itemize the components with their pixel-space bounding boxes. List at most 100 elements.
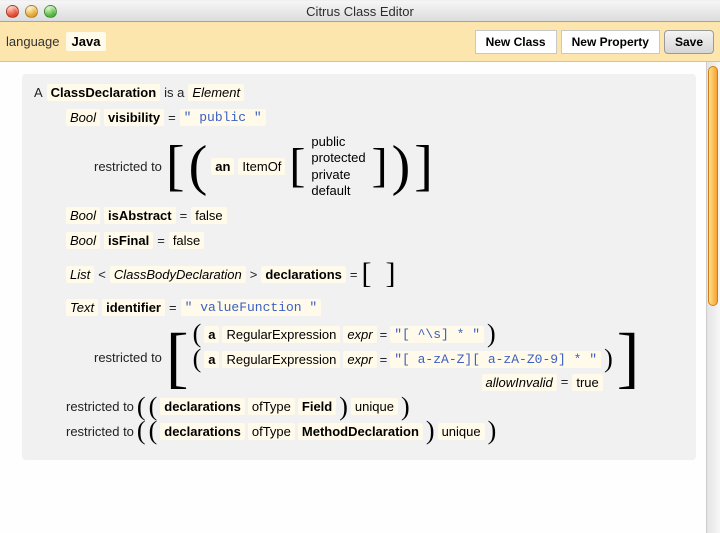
eq: = [557,374,573,391]
kw-expr: expr [343,351,376,368]
lp: ( [137,421,146,442]
ref[interactable]: declarations [160,423,245,440]
constraint-1[interactable]: restricted to ( ( declarations ofType Fi… [66,397,684,418]
empty-list[interactable]: [] [362,257,410,291]
kw-restricted-to: restricted to [94,350,162,365]
visibility-options[interactable]: public protected private default [309,134,367,199]
prop-value[interactable]: false [169,232,204,249]
rp: ) [604,349,613,370]
kw-regex: RegularExpression [222,351,340,368]
inner-bracket-open: [ [289,147,305,185]
kw-oftype: ofType [248,398,295,415]
toolbar: language Java New Class New Property Sav… [0,22,720,62]
kw-restricted-to: restricted to [94,159,162,174]
opt-private[interactable]: private [309,167,367,183]
type-text: Text [66,299,98,316]
ref[interactable]: declarations [160,398,245,415]
type-bool: Bool [66,232,100,249]
prop-name[interactable]: identifier [102,299,165,316]
type-val[interactable]: Field [298,398,336,415]
regex-list: ( a RegularExpression expr = "[ ^\s] * "… [193,324,613,391]
eq: = [157,233,165,248]
kw-allowinvalid: allowInvalid [482,374,557,391]
eq: = [380,352,388,367]
regex-value[interactable]: "[ ^\s] * " [390,326,484,343]
kw-a: a [204,326,219,343]
allow-invalid-row[interactable]: allowInvalid = true [193,374,613,391]
editor-viewport: - A ClassDeclaration is a Element Bool v… [0,62,720,533]
bracket-open: [ [166,144,185,189]
eq: = [168,110,176,125]
rp: ) [401,397,410,418]
paren-close: ) [392,144,411,189]
close-icon[interactable] [6,5,19,18]
new-property-button[interactable]: New Property [561,30,660,54]
scrollbar-track[interactable] [706,62,720,533]
prop-value[interactable]: " valueFunction " [181,299,322,316]
prop-isabstract[interactable]: Bool isAbstract = false [66,207,684,224]
bracket-close: ] [617,331,640,384]
eq: = [180,208,188,223]
lp: ( [193,349,202,370]
inner-bracket-close: ] [372,147,388,185]
kw-oftype: ofType [248,423,295,440]
prop-declarations[interactable]: List < ClassBodyDeclaration > declaratio… [66,257,684,291]
class-heading: A ClassDeclaration is a Element [34,84,684,101]
bracket-open: [ [166,331,189,384]
identifier-constraint: restricted to [ ( a RegularExpression ex… [94,324,684,391]
opt-default[interactable]: default [309,183,367,199]
window-controls [6,5,57,18]
prop-identifier[interactable]: Text identifier = " valueFunction " [66,299,684,316]
constraint-2[interactable]: restricted to ( ( declarations ofType Me… [66,421,684,442]
supertype-name[interactable]: Element [188,84,244,101]
gt: > [250,267,258,282]
class-name[interactable]: ClassDeclaration [47,84,161,101]
prop-isfinal[interactable]: Bool isFinal = false [66,232,684,249]
eq: = [169,300,177,315]
opt-public[interactable]: public [309,134,367,150]
prop-visibility[interactable]: Bool visibility = " public " [66,109,684,126]
lp: ( [137,397,146,418]
paren-open: ( [189,144,208,189]
kw-a: A [34,85,43,100]
window-title: Citrus Class Editor [0,4,720,19]
language-value[interactable]: Java [66,32,107,51]
lp: ( [149,421,158,442]
rp: ) [487,324,496,345]
prop-value[interactable]: " public " [180,109,266,126]
zoom-icon[interactable] [44,5,57,18]
save-button[interactable]: Save [664,30,714,54]
bracket-close: ] [414,144,433,189]
kw-regex: RegularExpression [222,326,340,343]
regex-row-2[interactable]: ( a RegularExpression expr = "[ a-zA-Z][… [193,349,613,370]
kw-unique: unique [351,398,398,415]
prop-name[interactable]: isFinal [104,232,153,249]
type-list: List [66,266,94,283]
regex-value[interactable]: "[ a-zA-Z][ a-zA-Z0-9] * " [390,351,601,368]
minimize-icon[interactable] [25,5,38,18]
kw-itemof: ItemOf [238,158,285,175]
prop-name[interactable]: visibility [104,109,164,126]
kw-restricted-to: restricted to [66,424,134,439]
prop-name[interactable]: isAbstract [104,207,176,224]
new-class-button[interactable]: New Class [475,30,557,54]
prop-name[interactable]: declarations [261,266,346,283]
scrollbar-thumb[interactable] [708,66,718,306]
editor-content: A ClassDeclaration is a Element Bool vis… [0,62,706,533]
type-val[interactable]: MethodDeclaration [298,423,423,440]
lp: ( [193,324,202,345]
list-param[interactable]: ClassBodyDeclaration [110,266,246,283]
class-block[interactable]: A ClassDeclaration is a Element Bool vis… [22,74,696,460]
kw-unique: unique [438,423,485,440]
lp: ( [149,397,158,418]
kw-restricted-to: restricted to [66,399,134,414]
language-label: language [6,34,66,49]
rp: ) [426,421,435,442]
visibility-constraint: restricted to [ ( an ItemOf [ public pro… [94,134,684,199]
kw-expr: expr [343,326,376,343]
type-bool: Bool [66,109,100,126]
regex-row-1[interactable]: ( a RegularExpression expr = "[ ^\s] * "… [193,324,613,345]
allowinvalid-value[interactable]: true [572,374,602,391]
prop-value[interactable]: false [191,207,226,224]
opt-protected[interactable]: protected [309,150,367,166]
